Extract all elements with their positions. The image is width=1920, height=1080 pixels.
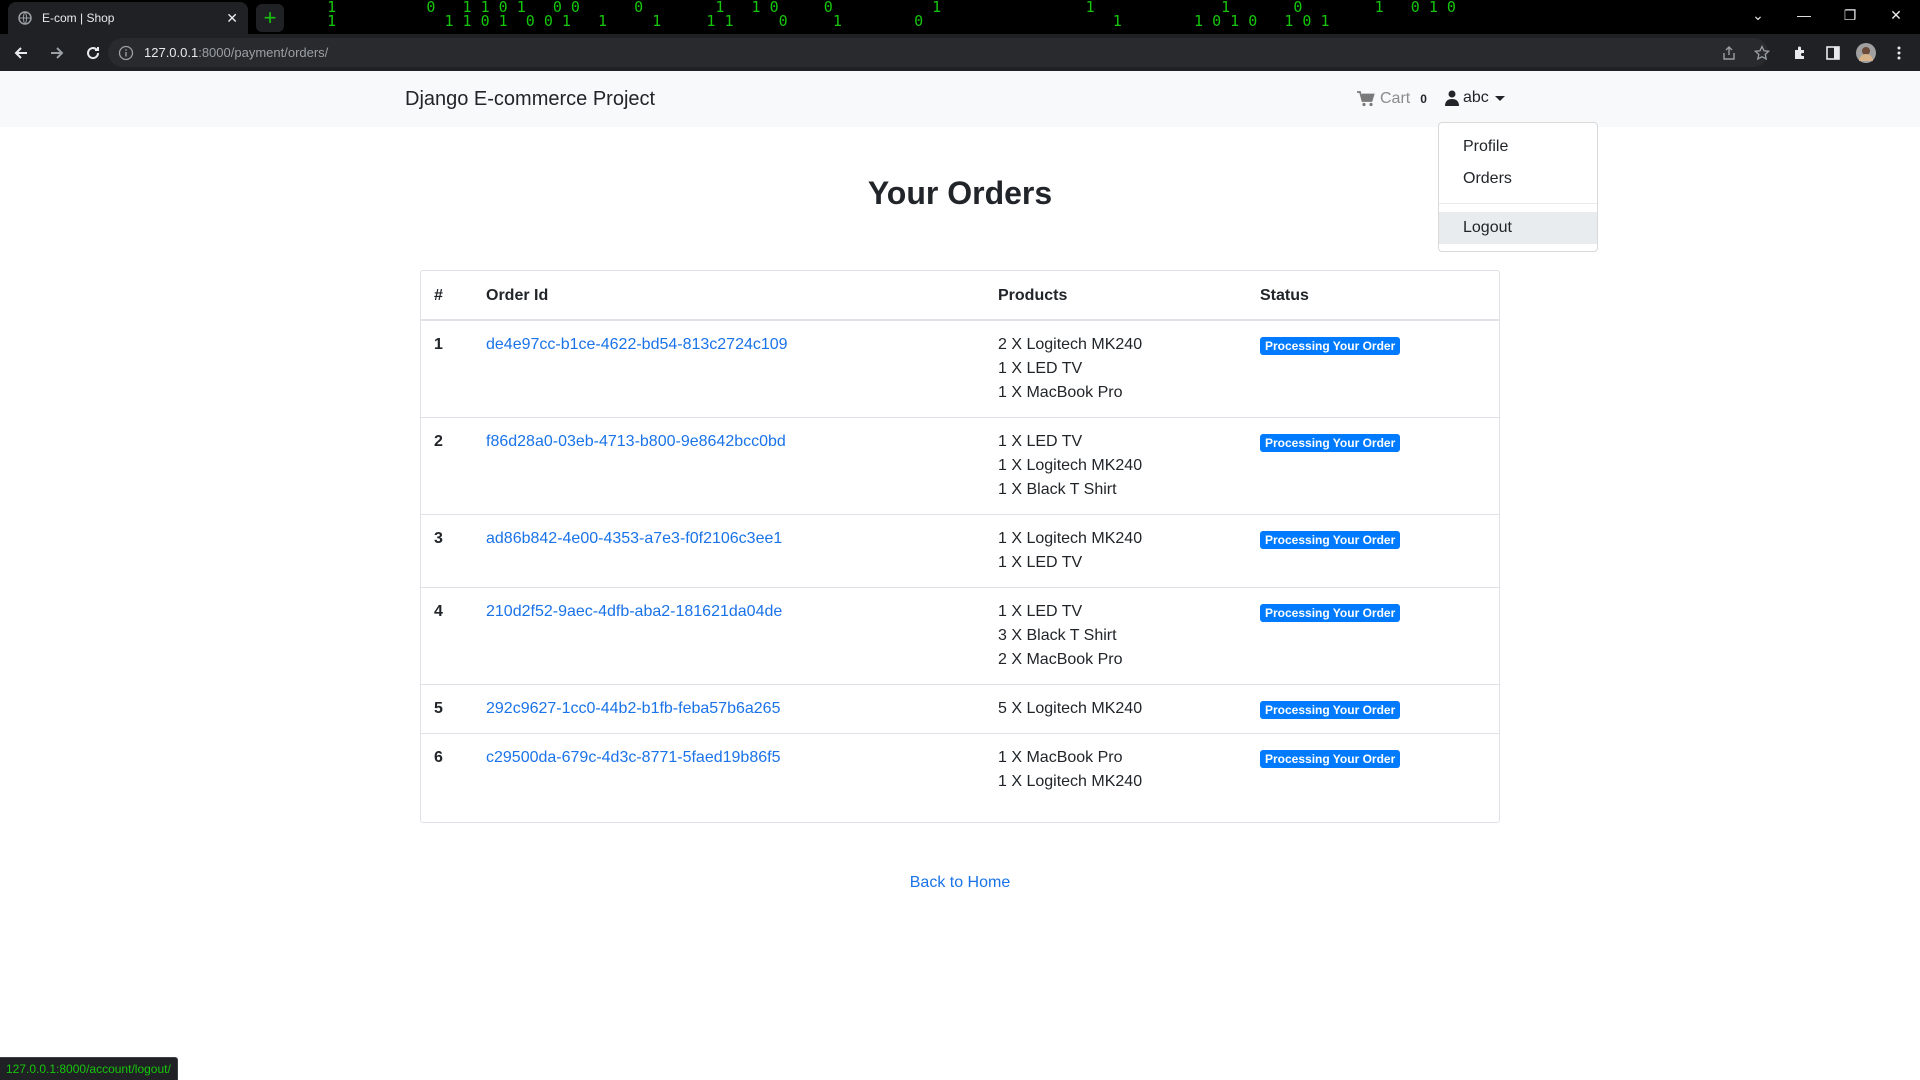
browser-status-url: 127.0.0.1:8000/account/logout/ (0, 1057, 178, 1080)
status-badge: Processing Your Order (1260, 604, 1401, 622)
product-item: 1 X LED TV (998, 554, 1083, 571)
product-item: 1 X Logitech MK240 (998, 530, 1143, 547)
url-host: 127.0.0.1 (144, 45, 199, 60)
tab-title: E-com | Shop (42, 11, 115, 25)
product-item: 1 X MacBook Pro (998, 384, 1123, 401)
browser-toolbar: 127.0.0.1 :8000/payment/orders/ (0, 34, 1920, 71)
row-index: 6 (434, 749, 443, 766)
product-item: 2 X Logitech MK240 (998, 336, 1143, 353)
product-item: 1 X Logitech MK240 (998, 457, 1143, 474)
product-list: 1 X Logitech MK240 1 X LED TV (998, 527, 1142, 575)
site-navbar: Django E-commerce Project Cart 0 abc (0, 71, 1920, 127)
product-item: 1 X LED TV (998, 360, 1083, 377)
extensions-icon[interactable] (1788, 41, 1812, 65)
order-id-link[interactable]: 210d2f52-9aec-4dfb-aba2-181621da04de (486, 603, 782, 621)
product-item: 1 X Logitech MK240 (998, 773, 1143, 790)
menu-dots-icon[interactable] (1887, 41, 1911, 65)
order-id-link[interactable]: 292c9627-1cc0-44b2-b1fb-feba57b6a265 (486, 700, 780, 718)
orders-table: # Order Id Products Status 1 de4e97cc-b1… (420, 270, 1500, 823)
info-icon[interactable] (118, 45, 134, 61)
status-badge: Processing Your Order (1260, 434, 1401, 452)
header-status: Status (1260, 287, 1309, 304)
order-id-link[interactable]: de4e97cc-b1ce-4622-bd54-813c2724c109 (486, 336, 788, 354)
status-badge: Processing Your Order (1260, 701, 1401, 719)
status-badge: Processing Your Order (1260, 531, 1401, 549)
product-item: 1 X LED TV (998, 603, 1083, 620)
product-item: 1 X MacBook Pro (998, 749, 1123, 766)
row-index: 2 (434, 433, 443, 450)
product-item: 1 X LED TV (998, 433, 1083, 450)
product-list: 2 X Logitech MK240 1 X LED TV 1 X MacBoo… (998, 333, 1142, 405)
restore-icon[interactable]: ❐ (1828, 0, 1872, 30)
table-row: 2 f86d28a0-03eb-4713-b800-9e8642bcc0bd 1… (421, 418, 1499, 515)
url-path: :8000/payment/orders/ (198, 45, 329, 60)
sidepanel-icon[interactable] (1821, 41, 1845, 65)
product-list: 1 X LED TV 3 X Black T Shirt 2 X MacBook… (998, 600, 1123, 672)
cart-link[interactable]: Cart 0 (1357, 90, 1427, 108)
order-id-link[interactable]: f86d28a0-03eb-4713-b800-9e8642bcc0bd (486, 433, 786, 451)
product-item: 1 X Black T Shirt (998, 481, 1117, 498)
forward-arrow-icon[interactable] (42, 38, 72, 68)
table-row: 3 ad86b842-4e00-4353-a7e3-f0f2106c3ee1 1… (421, 515, 1499, 588)
profile-avatar-icon[interactable] (1854, 41, 1878, 65)
cart-label: Cart (1380, 90, 1411, 107)
product-item: 3 X Black T Shirt (998, 627, 1117, 644)
product-item: 2 X MacBook Pro (998, 651, 1123, 668)
address-bar[interactable]: 127.0.0.1 :8000/payment/orders/ (108, 38, 1768, 67)
cart-icon (1357, 91, 1375, 107)
status-badge: Processing Your Order (1260, 337, 1401, 355)
order-id-link[interactable]: ad86b842-4e00-4353-a7e3-f0f2106c3ee1 (486, 530, 782, 548)
share-icon[interactable] (1717, 41, 1741, 65)
dropdown-item-logout[interactable]: Logout (1439, 212, 1597, 244)
table-row: 1 de4e97cc-b1ce-4622-bd54-813c2724c109 2… (421, 321, 1499, 418)
browser-tab-active[interactable]: E-com | Shop ✕ (8, 2, 248, 34)
row-index: 4 (434, 603, 443, 620)
page-title: Your Orders (867, 175, 1053, 211)
window-close-icon[interactable]: ✕ (1874, 0, 1918, 30)
minimize-icon[interactable]: — (1782, 0, 1826, 30)
product-list: 5 X Logitech MK240 (998, 697, 1142, 721)
plus-icon: + (263, 5, 277, 30)
product-list: 1 X LED TV 1 X Logitech MK240 1 X Black … (998, 430, 1142, 502)
back-to-home-link[interactable]: Back to Home (0, 874, 1920, 892)
reload-icon[interactable] (78, 38, 108, 68)
header-order-id: Order Id (486, 287, 549, 304)
browser-tabstrip: 1 0 1 1 0 1 0 0 0 1 1 0 0 1 1 1 0 1 0 1 … (0, 0, 1920, 34)
header-index: # (434, 287, 443, 304)
row-index: 1 (434, 336, 443, 353)
cart-count: 0 (1420, 92, 1427, 106)
table-row: 5 292c9627-1cc0-44b2-b1fb-feba57b6a265 5… (421, 685, 1499, 734)
user-icon (1445, 90, 1459, 106)
header-products: Products (998, 287, 1068, 304)
product-item: 5 X Logitech MK240 (998, 700, 1143, 717)
user-name: abc (1463, 89, 1489, 106)
status-badge: Processing Your Order (1260, 750, 1401, 768)
caret-down-icon (1494, 95, 1505, 101)
product-list: 1 X MacBook Pro 1 X Logitech MK240 (998, 746, 1142, 794)
row-index: 3 (434, 530, 443, 547)
table-header: # Order Id Products Status (421, 271, 1499, 321)
table-row: 4 210d2f52-9aec-4dfb-aba2-181621da04de 1… (421, 588, 1499, 685)
globe-favicon-icon (18, 11, 32, 25)
row-index: 5 (434, 700, 443, 717)
close-icon[interactable]: ✕ (226, 10, 238, 27)
brand-link[interactable]: Django E-commerce Project (405, 88, 655, 111)
back-arrow-icon[interactable] (6, 38, 36, 68)
new-tab-button[interactable]: + (256, 4, 284, 32)
order-id-link[interactable]: c29500da-679c-4d3c-8771-5faed19b86f5 (486, 749, 780, 767)
star-icon[interactable] (1750, 41, 1774, 65)
matrix-wallpaper-2: 1 1 1 0 1 0 0 1 1 1 1 1 0 1 0 1 1 0 1 0 … (300, 12, 1330, 30)
user-dropdown-toggle[interactable]: abc (1445, 89, 1505, 107)
chevron-down-icon[interactable]: ⌄ (1736, 0, 1780, 30)
dropdown-item-profile[interactable]: Profile (1439, 131, 1597, 163)
table-row: 6 c29500da-679c-4d3c-8771-5faed19b86f5 1… (421, 734, 1499, 822)
